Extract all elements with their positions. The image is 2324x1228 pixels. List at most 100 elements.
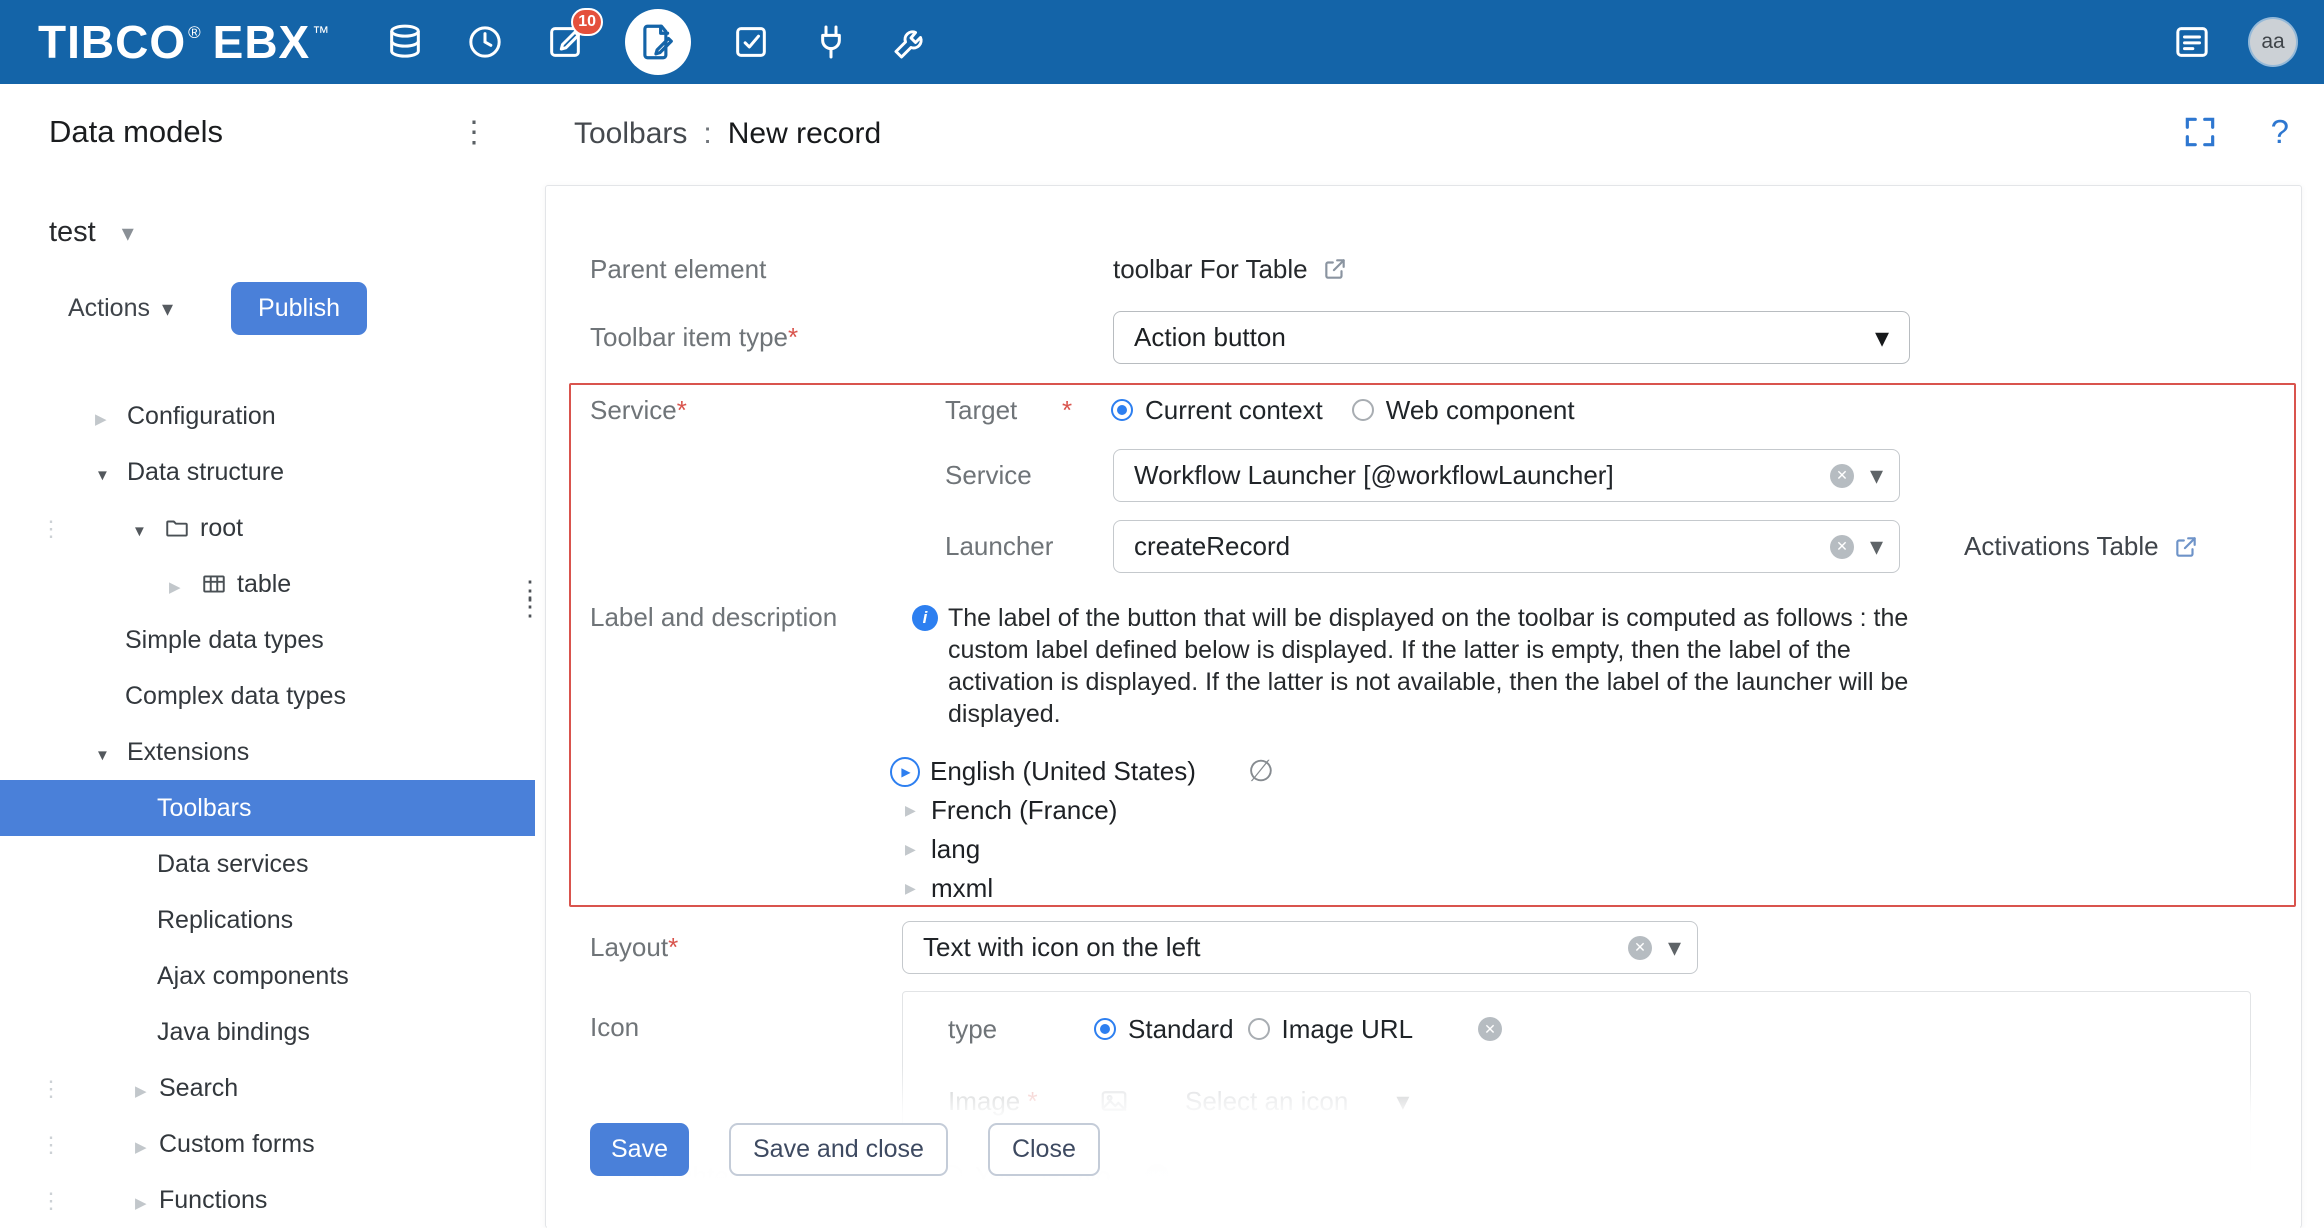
tibco-ebx-logo[interactable]: TIBCO ® EBX ™ [38,0,333,84]
breadcrumb-section[interactable]: Toolbars [574,117,687,151]
clear-icon[interactable] [1830,535,1854,559]
radio-standard[interactable] [1094,1018,1116,1040]
info-icon[interactable] [912,605,938,631]
drag-handle-icon[interactable] [40,1130,62,1159]
radio-image-url-label[interactable]: Image URL [1282,1014,1414,1045]
launcher-field-label: Launcher [945,531,1113,562]
locale-item-french[interactable]: French (France) [890,791,1274,830]
chevron-expanded-icon[interactable] [95,458,127,487]
tree-item-label: Replications [157,906,293,935]
brand-ebx: EBX [213,15,311,69]
tree-item-ajax-components[interactable]: Ajax components [0,948,535,1004]
chevron-collapsed-icon[interactable] [95,402,127,431]
combobox-caret-icon[interactable] [1870,460,1883,491]
save-and-close-button[interactable]: Save and close [729,1123,948,1176]
tree-item-simple-data-types[interactable]: Simple data types [0,612,535,668]
close-button[interactable]: Close [988,1123,1100,1176]
chevron-collapsed-icon[interactable] [905,802,931,820]
drag-handle-icon[interactable] [40,1074,62,1103]
publish-button[interactable]: Publish [231,282,367,335]
topbar-right-section: aa [2172,0,2296,84]
tree-item-java-bindings[interactable]: Java bindings [0,1004,535,1060]
service-combobox-value: Workflow Launcher [@workflowLauncher] [1134,460,1814,491]
toolbar-item-type-select[interactable]: Action button [1113,311,1910,364]
integration-plug-icon[interactable] [811,22,851,62]
clear-icon[interactable] [1830,464,1854,488]
tree-item-replications[interactable]: Replications [0,892,535,948]
required-mark: * [668,932,678,962]
actions-label: Actions [68,294,150,323]
history-clock-icon[interactable] [465,22,505,62]
sidebar-menu-icon[interactable] [459,115,489,150]
model-selector[interactable]: test [49,216,134,249]
chevron-expanded-icon[interactable] [132,514,164,543]
admin-wrench-icon[interactable] [891,22,931,62]
tree-item-label: Extensions [127,738,249,767]
drag-handle-icon[interactable] [40,1186,62,1215]
icon-group-label: Icon [590,1012,639,1043]
save-button[interactable]: Save [590,1123,689,1176]
tree-item-label: Simple data types [125,626,324,655]
validation-icon[interactable] [731,22,771,62]
session-log-icon[interactable] [2172,22,2212,62]
tree-item-data-services[interactable]: Data services [0,836,535,892]
data-models-icon[interactable] [385,22,425,62]
fullscreen-icon[interactable] [2181,113,2219,151]
external-link-icon[interactable] [1322,256,1348,282]
page-title: New record [728,117,881,151]
sidebar-resize-handle[interactable] [517,582,533,614]
chevron-expanded-icon[interactable] [95,738,127,767]
table-icon [201,571,237,597]
trademark-mark: ™ [312,23,329,43]
locale-item-lang[interactable]: lang [890,830,1274,869]
radio-web-component-label[interactable]: Web component [1386,395,1575,426]
service-combobox[interactable]: Workflow Launcher [@workflowLauncher] [1113,449,1900,502]
tree-item-root[interactable]: root [0,500,535,556]
tree-item-search[interactable]: Search [0,1060,535,1116]
tree-item-toolbars[interactable]: Toolbars [0,780,535,836]
help-icon[interactable]: ? [2271,113,2289,151]
locale-item-mxml[interactable]: mxml [890,869,1274,908]
chevron-collapsed-icon[interactable] [135,1130,159,1159]
workflow-tasks-icon[interactable]: 10 [545,22,585,62]
locale-list: English (United States) French (France) … [890,752,1274,908]
tree-item-label: Data structure [127,458,284,487]
brand-tibco: TIBCO [38,15,186,69]
tree-item-complex-data-types[interactable]: Complex data types [0,668,535,724]
required-mark: * [788,322,798,352]
tree-item-label: Custom forms [159,1130,315,1159]
launcher-combobox[interactable]: createRecord [1113,520,1900,573]
chevron-collapsed-icon[interactable] [135,1074,159,1103]
locale-item-english[interactable]: English (United States) [890,752,1274,791]
clear-icon[interactable] [1478,1017,1502,1041]
user-avatar[interactable]: aa [2250,19,2296,65]
expand-circle-icon[interactable] [890,757,920,787]
icon-type-label: type [948,1014,1094,1045]
chevron-collapsed-icon[interactable] [135,1186,159,1215]
tree-item-label: root [200,514,243,543]
radio-web-component[interactable] [1352,399,1374,421]
combobox-caret-icon[interactable] [1870,531,1883,562]
chevron-collapsed-icon[interactable] [169,570,201,599]
tree-item-table[interactable]: table [0,556,535,612]
combobox-caret-icon[interactable] [1668,932,1681,963]
chevron-collapsed-icon[interactable] [905,841,931,859]
data-model-assistant-icon-active[interactable] [625,9,691,75]
tree-item-extensions[interactable]: Extensions [0,724,535,780]
tree-item-custom-forms[interactable]: Custom forms [0,1116,535,1172]
tree-item-functions[interactable]: Functions [0,1172,535,1228]
activations-table-link[interactable]: Activations Table [1964,531,2199,562]
folder-icon [164,515,200,541]
clear-icon[interactable] [1628,936,1652,960]
radio-image-url[interactable] [1248,1018,1270,1040]
parent-element-value: toolbar For Table [1113,254,1348,285]
radio-current-context[interactable] [1111,399,1133,421]
tree-item-configuration[interactable]: Configuration [0,388,535,444]
chevron-collapsed-icon[interactable] [905,880,931,898]
radio-standard-label[interactable]: Standard [1128,1014,1234,1045]
layout-combobox[interactable]: Text with icon on the left [902,921,1698,974]
drag-handle-icon[interactable] [40,514,62,543]
radio-current-context-label[interactable]: Current context [1145,395,1323,426]
tree-item-data-structure[interactable]: Data structure [0,444,535,500]
actions-dropdown[interactable]: Actions [68,294,173,323]
